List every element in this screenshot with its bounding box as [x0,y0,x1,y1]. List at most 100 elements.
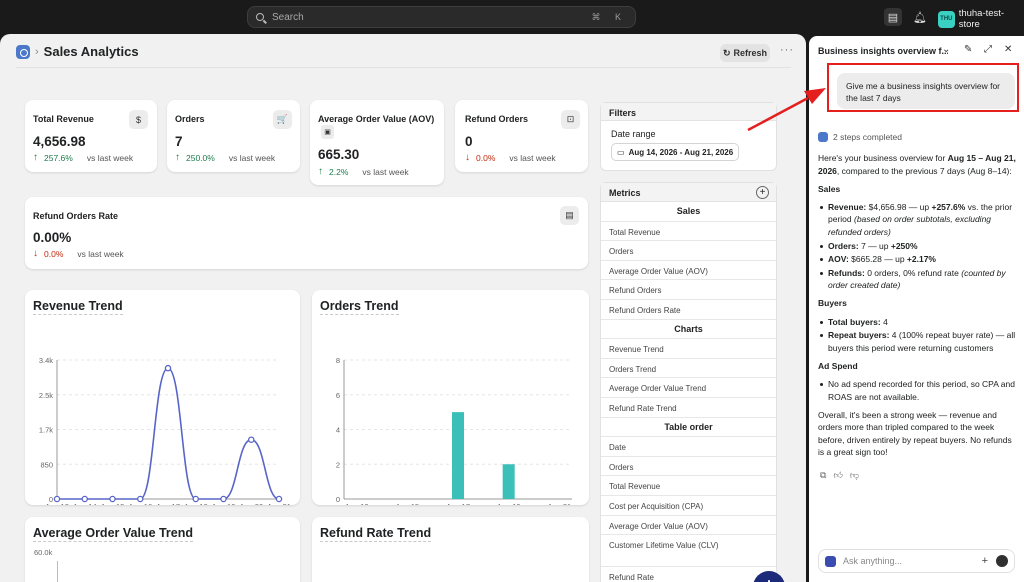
bell-icon[interactable]: 🔔︎ [911,8,929,26]
kpi-card-total-revenue: Total Revenue $ 4,656.98 ↑ 257.6% vs last … [25,100,157,172]
x-tick-label: Aug 17 [156,502,180,505]
bar [502,464,515,499]
metrics-list: Sales Total Revenue Orders Average Order Va… [601,202,776,582]
kpi-value: 0 [465,134,473,149]
kpi-delta: ↑ 250.0% vs last week [175,152,275,163]
close-icon[interactable]: ✕ [1004,44,1012,55]
list-item: No ad spend recorded for this period, so… [820,378,1018,403]
data-point [164,364,172,372]
text: 7 — up [858,240,891,251]
receipt-icon: ▣ [321,125,334,139]
revenue-trend-card: Revenue Trend 08501.7k2.5k3.4kAug 13Aug … [25,290,300,505]
search-input[interactable]: Search ⌘ K [247,6,636,28]
date-range-picker[interactable]: ▭ Aug 14, 2026 - Aug 21, 2026 [611,143,740,161]
value: +257.6% [931,201,966,212]
label: AOV: [828,254,849,265]
label: Total buyers: [828,316,881,327]
list-item: Total buyers: 4 [820,316,1018,329]
ask-input[interactable]: Ask anything... + [818,549,1015,573]
text: Here's your business overview for [818,153,948,163]
app-icon [16,44,30,59]
assistant-response: Here's your business overview for Aug 15… [818,152,1018,464]
divider [16,67,791,68]
metric-item[interactable]: Average Order Value (AOV) [601,261,776,281]
outro-text: Overall, it's been a strong week — reven… [818,409,1012,458]
chevron-down-icon[interactable]: ⌄ [942,44,950,55]
feedback-actions: ⧉ 👍︎ 👎︎ [820,470,859,481]
metric-item[interactable]: Orders [601,457,776,477]
y-tick-label: 3.4k [39,356,53,365]
plus-icon[interactable]: + [982,555,988,567]
report-icon: ▤ [560,206,579,225]
main-content: › Sales Analytics ↻ Refresh ··· Total Rev… [0,34,806,582]
y-axis [57,561,58,582]
list-item: Orders: 7 — up +250% [820,240,1018,253]
copy-icon[interactable]: ⧉ [820,470,826,481]
y-tick-label: 2 [336,460,340,469]
metric-item[interactable]: Refund Orders [601,280,776,300]
metric-item[interactable]: Refund Orders Rate [601,300,776,320]
date-range-value: Aug 14, 2026 - Aug 21, 2026 [628,147,734,157]
arrow-down-icon: ↓ [33,248,38,259]
inbox-icon: ⊡ [561,110,580,129]
page-title: › Sales Analytics [16,44,139,59]
kpi-delta: ↑ 2.2% vs last week [318,166,409,177]
metrics-section-heading: Sales [601,202,776,222]
metric-item[interactable]: Customer Lifetime Value (CLV) [601,535,776,568]
label: Orders: [828,240,859,251]
data-point [53,495,61,503]
new-chat-icon[interactable]: ✎ [964,44,972,55]
kpi-title: Total Revenue [33,114,94,124]
add-metric-icon[interactable]: + [756,186,769,199]
section-heading: Ad Spend [818,360,858,371]
more-actions-button[interactable]: ··· [780,44,794,56]
metric-item[interactable]: Average Order Value (AOV) [601,516,776,536]
list-item: Revenue: $4,656.98 — up +257.6% vs. the … [820,201,1018,239]
metric-item[interactable]: Refund Rate [601,567,776,582]
metric-item[interactable]: Average Order Value Trend [601,378,776,398]
y-tick-label: 8 [336,356,340,365]
value: +2.17% [906,254,936,265]
chart-title: Average Order Value Trend [33,526,194,542]
conversation-title: Business insights overview f... [818,46,948,56]
metrics-header: Metrics + [601,183,776,202]
metric-item[interactable]: Date [601,437,776,457]
refresh-button[interactable]: ↻ Refresh [720,44,770,62]
ad-list: No ad spend recorded for this period, so… [820,378,1018,403]
expand-icon[interactable]: ⤢ [984,44,992,55]
kpi-value: 665.30 [318,147,360,162]
metric-item[interactable]: Total Revenue [601,476,776,496]
arrow-up-icon: ↑ [33,152,38,163]
send-icon[interactable] [996,555,1008,567]
metric-item[interactable]: Cost per Acquisition (CPA) [601,496,776,516]
metric-item[interactable]: Orders Trend [601,359,776,379]
x-tick-label: Aug 19 [497,502,521,505]
x-tick-label: Aug 14 [73,502,97,505]
x-tick-label: Aug 21 [547,502,571,505]
kpi-card-orders: Orders 🛒 7 ↑ 250.0% vs last week [167,100,300,172]
metric-item[interactable]: Orders [601,241,776,261]
assistant-launcher-button[interactable] [753,571,785,582]
kpi-value: 7 [175,134,183,149]
breadcrumb-chevron-icon: › [35,45,39,58]
sidekick-icon[interactable]: ▤ [884,8,902,26]
thumbs-down-icon[interactable]: 👎︎ [850,470,859,481]
kpi-vs: vs last week [362,166,409,177]
data-point [275,495,283,503]
kpi-delta: ↑ 257.6% vs last week [33,152,133,163]
cart-icon: 🛒 [273,110,292,129]
metric-item[interactable]: Revenue Trend [601,339,776,359]
thumbs-up-icon[interactable]: 👍︎ [833,470,842,481]
kpi-delta: ↓ 0.0% vs last week [33,248,124,259]
kpi-delta: ↓ 0.0% vs last week [465,152,556,163]
orders-trend-chart: 02468Aug 13Aug 15Aug 17Aug 19Aug 21Order… [336,356,572,505]
metric-item[interactable]: Total Revenue [601,222,776,242]
sales-list: Revenue: $4,656.98 — up +257.6% vs. the … [820,201,1018,292]
metric-item[interactable]: Refund Rate Trend [601,398,776,418]
steps-completed[interactable]: 2 steps completed [818,132,902,142]
y-tick-label: 0 [336,495,340,504]
kpi-delta-value: 257.6% [44,152,73,163]
kpi-vs: vs last week [86,152,134,163]
store-menu[interactable]: THU thuha-test-store [938,8,1024,30]
search-icon [256,13,264,21]
